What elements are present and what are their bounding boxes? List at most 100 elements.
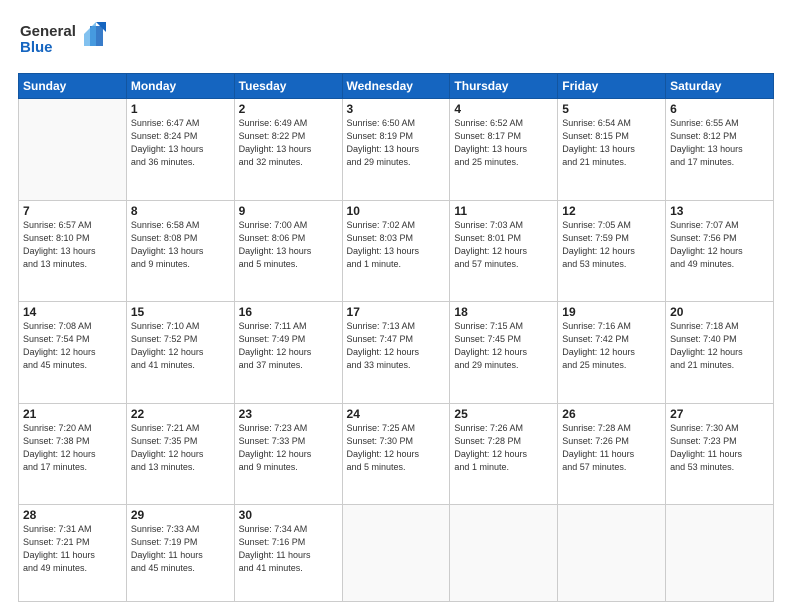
calendar-cell: 15Sunrise: 7:10 AM Sunset: 7:52 PM Dayli… [126, 302, 234, 404]
day-info: Sunrise: 7:33 AM Sunset: 7:19 PM Dayligh… [131, 523, 230, 575]
svg-text:Blue: Blue [20, 39, 53, 56]
day-number: 27 [670, 407, 769, 421]
calendar-cell: 7Sunrise: 6:57 AM Sunset: 8:10 PM Daylig… [19, 200, 127, 302]
calendar-cell: 25Sunrise: 7:26 AM Sunset: 7:28 PM Dayli… [450, 403, 558, 505]
calendar-cell [450, 505, 558, 602]
calendar-cell: 1Sunrise: 6:47 AM Sunset: 8:24 PM Daylig… [126, 99, 234, 201]
day-info: Sunrise: 7:08 AM Sunset: 7:54 PM Dayligh… [23, 320, 122, 372]
day-info: Sunrise: 6:49 AM Sunset: 8:22 PM Dayligh… [239, 117, 338, 169]
day-info: Sunrise: 6:57 AM Sunset: 8:10 PM Dayligh… [23, 219, 122, 271]
calendar-cell: 8Sunrise: 6:58 AM Sunset: 8:08 PM Daylig… [126, 200, 234, 302]
day-number: 26 [562, 407, 661, 421]
day-info: Sunrise: 7:16 AM Sunset: 7:42 PM Dayligh… [562, 320, 661, 372]
day-info: Sunrise: 6:55 AM Sunset: 8:12 PM Dayligh… [670, 117, 769, 169]
day-number: 16 [239, 305, 338, 319]
day-number: 9 [239, 204, 338, 218]
calendar-cell [666, 505, 774, 602]
day-info: Sunrise: 7:03 AM Sunset: 8:01 PM Dayligh… [454, 219, 553, 271]
day-number: 10 [347, 204, 446, 218]
weekday-header-wednesday: Wednesday [342, 74, 450, 99]
day-info: Sunrise: 7:23 AM Sunset: 7:33 PM Dayligh… [239, 422, 338, 474]
day-info: Sunrise: 7:18 AM Sunset: 7:40 PM Dayligh… [670, 320, 769, 372]
week-row-5: 28Sunrise: 7:31 AM Sunset: 7:21 PM Dayli… [19, 505, 774, 602]
week-row-4: 21Sunrise: 7:20 AM Sunset: 7:38 PM Dayli… [19, 403, 774, 505]
calendar-cell: 11Sunrise: 7:03 AM Sunset: 8:01 PM Dayli… [450, 200, 558, 302]
day-info: Sunrise: 6:58 AM Sunset: 8:08 PM Dayligh… [131, 219, 230, 271]
calendar-cell: 20Sunrise: 7:18 AM Sunset: 7:40 PM Dayli… [666, 302, 774, 404]
day-info: Sunrise: 7:11 AM Sunset: 7:49 PM Dayligh… [239, 320, 338, 372]
day-number: 28 [23, 508, 122, 522]
day-info: Sunrise: 6:54 AM Sunset: 8:15 PM Dayligh… [562, 117, 661, 169]
day-info: Sunrise: 7:30 AM Sunset: 7:23 PM Dayligh… [670, 422, 769, 474]
day-number: 20 [670, 305, 769, 319]
day-info: Sunrise: 7:28 AM Sunset: 7:26 PM Dayligh… [562, 422, 661, 474]
calendar-cell: 29Sunrise: 7:33 AM Sunset: 7:19 PM Dayli… [126, 505, 234, 602]
day-info: Sunrise: 6:47 AM Sunset: 8:24 PM Dayligh… [131, 117, 230, 169]
day-number: 14 [23, 305, 122, 319]
day-number: 19 [562, 305, 661, 319]
day-number: 11 [454, 204, 553, 218]
day-number: 13 [670, 204, 769, 218]
page: General Blue SundayMondayTuesdayWednesda… [0, 0, 792, 612]
week-row-2: 7Sunrise: 6:57 AM Sunset: 8:10 PM Daylig… [19, 200, 774, 302]
calendar-cell: 10Sunrise: 7:02 AM Sunset: 8:03 PM Dayli… [342, 200, 450, 302]
day-number: 23 [239, 407, 338, 421]
calendar-cell: 5Sunrise: 6:54 AM Sunset: 8:15 PM Daylig… [558, 99, 666, 201]
calendar-cell: 4Sunrise: 6:52 AM Sunset: 8:17 PM Daylig… [450, 99, 558, 201]
calendar-cell [19, 99, 127, 201]
calendar-cell: 19Sunrise: 7:16 AM Sunset: 7:42 PM Dayli… [558, 302, 666, 404]
weekday-header-friday: Friday [558, 74, 666, 99]
week-row-1: 1Sunrise: 6:47 AM Sunset: 8:24 PM Daylig… [19, 99, 774, 201]
calendar-cell: 6Sunrise: 6:55 AM Sunset: 8:12 PM Daylig… [666, 99, 774, 201]
day-info: Sunrise: 6:52 AM Sunset: 8:17 PM Dayligh… [454, 117, 553, 169]
day-number: 1 [131, 102, 230, 116]
weekday-header-monday: Monday [126, 74, 234, 99]
week-row-3: 14Sunrise: 7:08 AM Sunset: 7:54 PM Dayli… [19, 302, 774, 404]
day-info: Sunrise: 7:21 AM Sunset: 7:35 PM Dayligh… [131, 422, 230, 474]
calendar-cell: 14Sunrise: 7:08 AM Sunset: 7:54 PM Dayli… [19, 302, 127, 404]
calendar-cell: 3Sunrise: 6:50 AM Sunset: 8:19 PM Daylig… [342, 99, 450, 201]
logo: General Blue [18, 18, 108, 65]
day-number: 24 [347, 407, 446, 421]
day-number: 3 [347, 102, 446, 116]
calendar-cell: 2Sunrise: 6:49 AM Sunset: 8:22 PM Daylig… [234, 99, 342, 201]
day-number: 30 [239, 508, 338, 522]
day-number: 8 [131, 204, 230, 218]
calendar-cell: 12Sunrise: 7:05 AM Sunset: 7:59 PM Dayli… [558, 200, 666, 302]
calendar-cell: 18Sunrise: 7:15 AM Sunset: 7:45 PM Dayli… [450, 302, 558, 404]
calendar-cell: 16Sunrise: 7:11 AM Sunset: 7:49 PM Dayli… [234, 302, 342, 404]
weekday-header-sunday: Sunday [19, 74, 127, 99]
weekday-header-saturday: Saturday [666, 74, 774, 99]
calendar-cell: 17Sunrise: 7:13 AM Sunset: 7:47 PM Dayli… [342, 302, 450, 404]
day-number: 7 [23, 204, 122, 218]
day-number: 21 [23, 407, 122, 421]
day-number: 4 [454, 102, 553, 116]
calendar-cell: 22Sunrise: 7:21 AM Sunset: 7:35 PM Dayli… [126, 403, 234, 505]
day-info: Sunrise: 7:07 AM Sunset: 7:56 PM Dayligh… [670, 219, 769, 271]
day-number: 12 [562, 204, 661, 218]
calendar-cell: 23Sunrise: 7:23 AM Sunset: 7:33 PM Dayli… [234, 403, 342, 505]
calendar-cell: 9Sunrise: 7:00 AM Sunset: 8:06 PM Daylig… [234, 200, 342, 302]
day-info: Sunrise: 7:15 AM Sunset: 7:45 PM Dayligh… [454, 320, 553, 372]
weekday-header-row: SundayMondayTuesdayWednesdayThursdayFrid… [19, 74, 774, 99]
day-info: Sunrise: 7:10 AM Sunset: 7:52 PM Dayligh… [131, 320, 230, 372]
day-number: 15 [131, 305, 230, 319]
calendar-cell: 24Sunrise: 7:25 AM Sunset: 7:30 PM Dayli… [342, 403, 450, 505]
day-number: 6 [670, 102, 769, 116]
logo-area: General Blue [18, 18, 108, 65]
day-info: Sunrise: 7:31 AM Sunset: 7:21 PM Dayligh… [23, 523, 122, 575]
calendar-cell [342, 505, 450, 602]
day-number: 17 [347, 305, 446, 319]
day-number: 5 [562, 102, 661, 116]
calendar-cell: 26Sunrise: 7:28 AM Sunset: 7:26 PM Dayli… [558, 403, 666, 505]
calendar-cell: 13Sunrise: 7:07 AM Sunset: 7:56 PM Dayli… [666, 200, 774, 302]
calendar-cell: 27Sunrise: 7:30 AM Sunset: 7:23 PM Dayli… [666, 403, 774, 505]
day-number: 2 [239, 102, 338, 116]
calendar-cell: 28Sunrise: 7:31 AM Sunset: 7:21 PM Dayli… [19, 505, 127, 602]
calendar-cell: 30Sunrise: 7:34 AM Sunset: 7:16 PM Dayli… [234, 505, 342, 602]
day-info: Sunrise: 7:26 AM Sunset: 7:28 PM Dayligh… [454, 422, 553, 474]
day-number: 22 [131, 407, 230, 421]
calendar-cell [558, 505, 666, 602]
header: General Blue [18, 18, 774, 65]
day-info: Sunrise: 7:34 AM Sunset: 7:16 PM Dayligh… [239, 523, 338, 575]
